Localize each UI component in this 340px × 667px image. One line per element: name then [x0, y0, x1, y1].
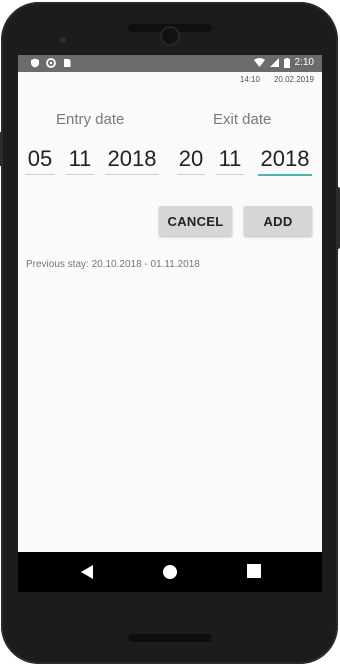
- exit-year-field[interactable]: 2018: [258, 146, 312, 176]
- power-button: [336, 187, 340, 249]
- exit-day-field[interactable]: 20: [177, 146, 205, 175]
- cancel-button[interactable]: CANCEL: [159, 206, 232, 236]
- exit-date-label: Exit date: [213, 111, 272, 128]
- battery-icon: [283, 57, 290, 68]
- entry-day-field[interactable]: 05: [25, 146, 55, 175]
- side-button: [0, 132, 3, 166]
- recents-icon[interactable]: [247, 564, 261, 578]
- shield-icon: [31, 58, 39, 68]
- stamp-time: 14:10: [239, 75, 260, 84]
- status-time: 2:10: [294, 57, 314, 68]
- timestamp: 14:10 20.02.2019: [240, 75, 314, 84]
- home-icon[interactable]: [162, 564, 178, 580]
- entry-year-field[interactable]: 2018: [105, 146, 159, 175]
- status-bar: 2:10: [18, 55, 322, 72]
- bottom-speaker: [128, 634, 212, 642]
- back-icon[interactable]: [80, 564, 94, 580]
- entry-date-label: Entry date: [56, 111, 125, 128]
- signal-icon: [269, 58, 279, 67]
- proximity-sensor: [60, 37, 66, 43]
- add-button[interactable]: ADD: [244, 206, 312, 236]
- front-camera: [162, 28, 178, 44]
- stamp-date: 20.02.2019: [273, 75, 314, 84]
- gear-icon: [46, 58, 56, 68]
- navigation-bar: [18, 552, 322, 592]
- exit-month-field[interactable]: 11: [216, 146, 244, 175]
- app-screen: 2:10 14:10 20.02.2019 Entry date Exit da…: [18, 55, 322, 592]
- sim-card-icon: [64, 59, 71, 67]
- previous-stay-text: Previous stay: 20.10.2018 - 01.11.2018: [26, 259, 200, 270]
- entry-month-field[interactable]: 11: [66, 146, 94, 175]
- wifi-icon: [253, 58, 265, 67]
